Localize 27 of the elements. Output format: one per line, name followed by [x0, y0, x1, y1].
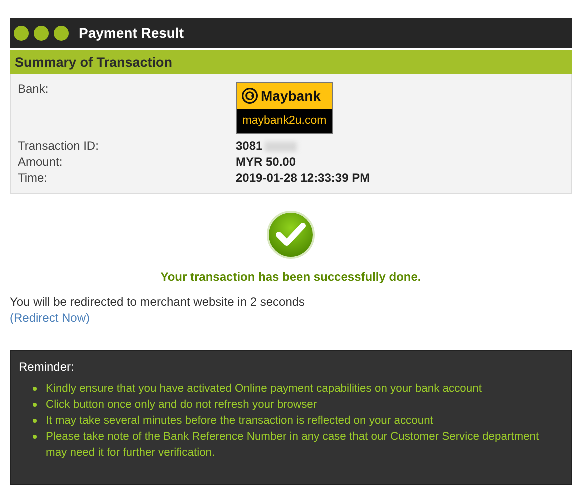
field-label: Transaction ID:: [18, 139, 100, 154]
section-title: Summary of Transaction: [15, 54, 173, 70]
field-value: 2019-01-28 12:33:39 PM: [236, 171, 370, 186]
reminder-item: Click button once only and do not refresh your browser: [46, 398, 318, 413]
field-label: Time:: [18, 171, 49, 186]
bullet-icon: [33, 387, 37, 391]
check-icon: [266, 210, 316, 260]
bullet-icon: [33, 419, 37, 423]
field-label: Amount:: [18, 155, 64, 170]
window-title: Payment Result: [79, 25, 184, 41]
bullet-icon: [33, 435, 37, 439]
reminder-item: It may take several minutes before the transaction is reflected on your account: [46, 414, 434, 429]
logo-text: Maybank: [261, 88, 321, 104]
reminder-item: Kindly ensure that you have activated Online payment capabilities on your bank account: [46, 382, 482, 397]
result-message: Your transaction has been successfully done.: [160, 270, 422, 284]
field-value: 3081: [236, 139, 263, 154]
redirect-link[interactable]: (Redirect Now): [10, 311, 90, 325]
field-label: Bank:: [18, 82, 50, 98]
redirect-text: You will be redirected to merchant website in 2 seconds: [10, 294, 306, 310]
field-value: MYR 50.00: [236, 155, 296, 170]
reminder-title: Reminder:: [19, 360, 76, 374]
window-control-icon: [34, 26, 49, 40]
logo-url: maybank2u.com: [237, 109, 332, 133]
window-control-icon: [14, 26, 29, 40]
bullet-icon: [33, 403, 37, 407]
reminder-item: Please take note of the Bank Reference Number in any case that our Customer Service department may need it for further verification.: [46, 430, 540, 461]
window-control-icon: [54, 26, 69, 40]
